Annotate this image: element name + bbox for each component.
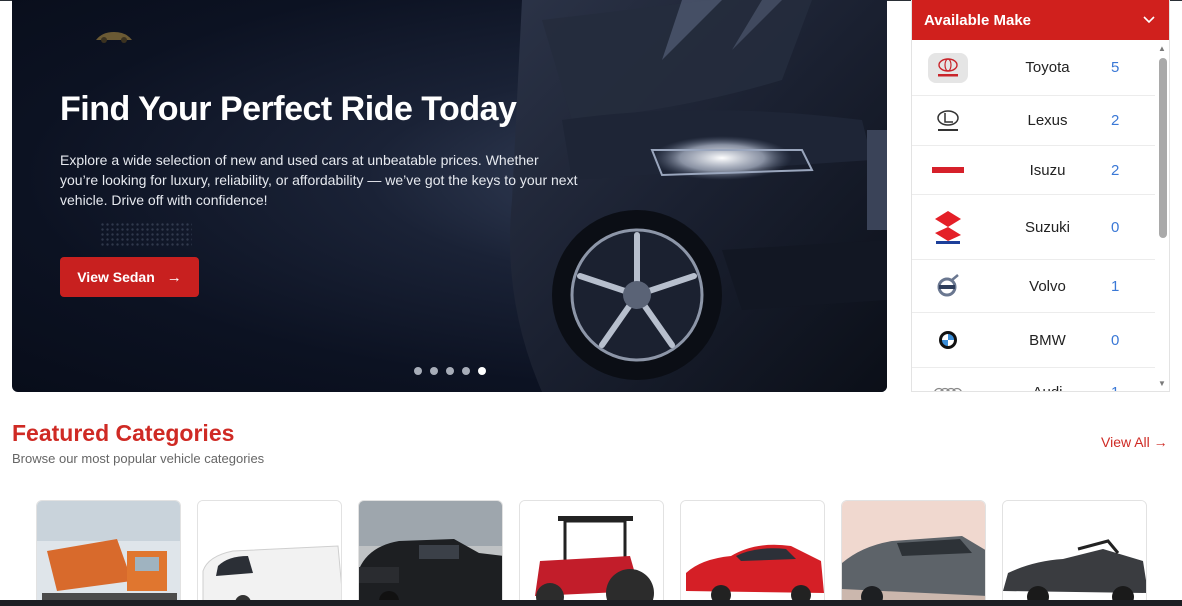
carousel-dot-2[interactable] [430, 367, 438, 375]
available-make-panel: Available Make Toyota 5 Lexus 2 Isuzu 2 [911, 0, 1170, 392]
make-count: 0 [1111, 331, 1120, 349]
scroll-down-icon[interactable]: ▼ [1158, 379, 1166, 388]
tractor-image [520, 501, 663, 605]
view-all-label: View All [1101, 434, 1150, 450]
view-sedan-label: View Sedan [77, 269, 155, 285]
make-row-suzuki[interactable]: Suzuki 0 [912, 195, 1155, 260]
make-count: 2 [1111, 161, 1120, 179]
make-row-volvo[interactable]: Volvo 1 [912, 260, 1155, 313]
audi-logo-icon [912, 387, 984, 391]
chevron-down-icon[interactable] [1143, 13, 1155, 27]
available-make-header[interactable]: Available Make [912, 0, 1169, 40]
hero-description: Explore a wide selection of new and used… [60, 152, 578, 208]
sedan-image [681, 501, 824, 605]
carousel-dot-4[interactable] [462, 367, 470, 375]
category-card[interactable] [358, 500, 503, 606]
brand-car-icon [96, 32, 132, 43]
make-list: Toyota 5 Lexus 2 Isuzu 2 Suzuki 0 Volvo … [912, 40, 1155, 391]
make-count: 1 [1111, 384, 1155, 391]
scrollbar-thumb[interactable] [1159, 58, 1167, 238]
hero-title: Find Your Perfect Ride Today [60, 90, 517, 128]
arrow-right-icon: → [166, 268, 182, 286]
make-name: Toyota [1025, 59, 1070, 76]
hero-banner: Find Your Perfect Ride Today Explore a w… [12, 0, 887, 392]
make-list-scrollbar[interactable]: ▲ ▼ [1157, 44, 1169, 390]
carousel-dot-3[interactable] [446, 367, 454, 375]
category-card[interactable] [36, 500, 181, 606]
carousel-indicators [414, 367, 486, 375]
featured-categories-title: Featured Categories [12, 420, 235, 446]
van-image [198, 501, 341, 605]
lexus-logo-icon [912, 108, 984, 134]
category-card[interactable] [680, 500, 825, 606]
make-name: Lexus [1027, 112, 1068, 129]
toyota-logo-icon [912, 52, 984, 83]
available-make-title: Available Make [924, 11, 1031, 29]
category-card[interactable] [519, 500, 664, 606]
make-name: BMW [1029, 331, 1066, 349]
make-row-lexus[interactable]: Lexus 2 [912, 96, 1155, 146]
volvo-logo-icon [912, 273, 984, 299]
bottom-bar [0, 600, 1182, 606]
category-card[interactable] [1002, 500, 1147, 606]
view-sedan-button[interactable]: View Sedan → [60, 257, 199, 297]
make-name: Isuzu [1029, 161, 1066, 179]
bmw-logo-icon [912, 330, 984, 350]
suzuki-logo-icon [912, 209, 984, 245]
make-row-toyota[interactable]: Toyota 5 [912, 40, 1155, 96]
carousel-dot-1[interactable] [414, 367, 422, 375]
make-name: Audi [984, 384, 1111, 391]
make-row-bmw[interactable]: BMW 0 [912, 313, 1155, 368]
carousel-dot-5[interactable] [478, 367, 486, 375]
make-count: 1 [1111, 277, 1120, 295]
isuzu-logo-icon [912, 164, 984, 176]
make-row-audi[interactable]: Audi 1 [912, 368, 1155, 391]
make-count: 0 [1111, 218, 1120, 236]
category-card[interactable] [841, 500, 986, 606]
make-name: Suzuki [1024, 218, 1071, 236]
dump-truck-image [37, 501, 180, 605]
suv-image [842, 501, 985, 605]
scroll-up-icon[interactable]: ▲ [1158, 44, 1166, 53]
decorative-dot-pattern [100, 222, 192, 248]
make-count: 2 [1111, 112, 1120, 129]
convertible-image [1003, 501, 1146, 605]
make-name: Volvo [1029, 277, 1066, 295]
pickup-truck-image [359, 501, 502, 605]
view-all-link[interactable]: View All → [1101, 434, 1168, 450]
category-card[interactable] [197, 500, 342, 606]
featured-categories-subtitle: Browse our most popular vehicle categori… [12, 451, 265, 466]
arrow-right-icon: → [1153, 434, 1168, 450]
make-row-isuzu[interactable]: Isuzu 2 [912, 146, 1155, 195]
make-count: 5 [1111, 59, 1120, 76]
